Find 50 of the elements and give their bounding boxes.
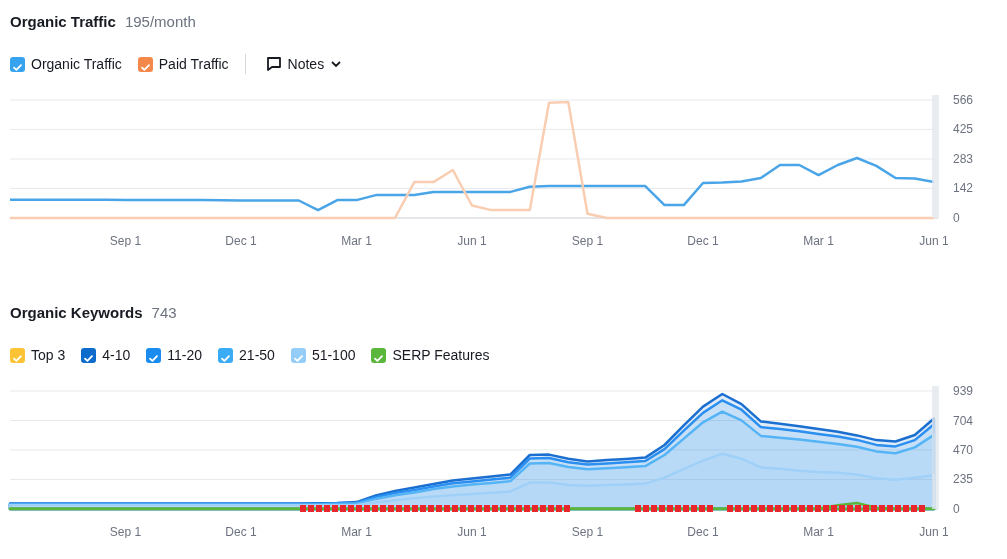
legend-toggle[interactable]: Paid Traffic [137,53,229,75]
y-axis-label: 283 [953,152,974,166]
legend-toggle[interactable]: 51-100 [290,344,356,366]
y-axis-label: 0 [953,502,960,516]
legend-toggle[interactable]: Top 3 [10,344,66,366]
notes-dropdown[interactable]: Notes [261,53,347,75]
x-axis-label: Jun 1 [457,525,487,538]
x-axis-label: Jun 1 [457,234,487,247]
section-title: Organic Keywords [10,304,143,322]
x-axis-label: Sep 1 [571,525,604,538]
section-title: Organic Traffic [10,13,116,31]
y-axis-label: 142 [953,181,974,196]
legend-toggle[interactable]: SERP Features [371,344,490,366]
x-axis-label: Mar 1 [341,525,372,538]
x-axis-label: Dec 1 [225,525,257,538]
legend-checkbox[interactable] [10,347,25,363]
range-edge-handle[interactable] [932,386,939,509]
legend-checkbox[interactable] [137,56,153,72]
y-axis-label: 235 [953,472,974,487]
legend-toggle[interactable]: 4-10 [81,344,131,366]
x-axis-label: Jun 1 [919,525,949,538]
x-axis-label: Mar 1 [803,234,834,247]
x-axis-label: Mar 1 [341,234,372,247]
section-count: 195/month [124,11,196,32]
x-axis-label: Mar 1 [803,525,834,538]
x-axis-label: Sep 1 [109,525,142,538]
comment-icon [265,56,282,72]
legend-checkbox[interactable] [371,347,387,363]
legend-checkbox[interactable] [10,56,25,72]
legend-checkbox[interactable] [146,347,162,363]
range-edge-handle[interactable] [932,95,939,218]
legend-toggle[interactable]: 11-20 [146,344,203,366]
legend-checkbox[interactable] [81,347,97,363]
section-count: 743 [151,302,177,323]
x-axis-label: Sep 1 [571,234,604,247]
legend-toggle[interactable]: Organic Traffic [10,53,122,75]
x-axis-label: Dec 1 [225,234,257,247]
x-axis-label: Dec 1 [687,525,719,538]
y-axis-label: 470 [953,442,974,457]
x-axis-label: Sep 1 [109,234,142,247]
x-axis-label: Jun 1 [919,234,949,247]
y-axis-label: 425 [953,122,974,137]
legend-checkbox[interactable] [218,347,234,363]
legend-checkbox[interactable] [290,347,306,363]
y-axis-label: 704 [953,413,974,428]
y-axis-label: 0 [953,211,960,225]
y-axis-label: 939 [953,384,974,398]
y-axis-label: 566 [953,93,974,107]
x-axis-label: Dec 1 [687,234,719,247]
legend-toggle[interactable]: 21-50 [218,344,275,366]
